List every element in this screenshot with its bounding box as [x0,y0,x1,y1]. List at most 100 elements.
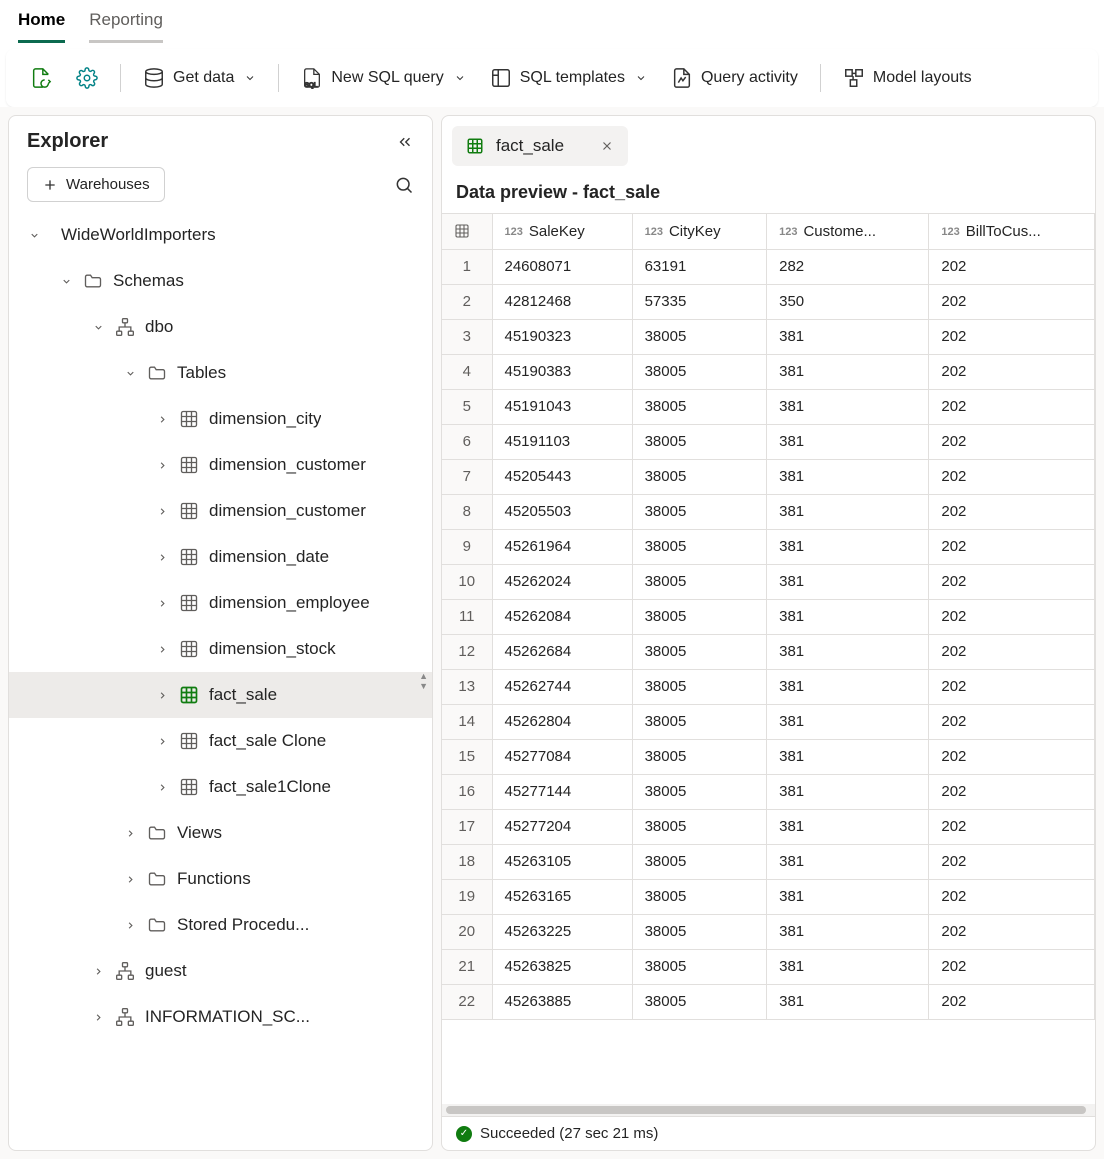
get-data-label: Get data [173,69,234,87]
tree-table-6[interactable]: fact_sale [9,672,432,718]
gear-icon [76,67,98,89]
table-row[interactable]: 204526322538005381202 [442,914,1095,949]
cell: 381 [767,564,929,599]
query-activity-button[interactable]: Query activity [663,61,806,95]
cell: 202 [929,389,1095,424]
caret-icon [155,782,169,793]
tree-root[interactable]: WideWorldImporters [9,212,432,258]
table-row[interactable]: 174527720438005381202 [442,809,1095,844]
folder-icon [147,869,167,889]
refresh-icon [30,67,52,89]
tree-table-3[interactable]: dimension_date [9,534,432,580]
tree-schema-dbo[interactable]: dbo [9,304,432,350]
table-icon [179,455,199,475]
table-row[interactable]: 64519110338005381202 [442,424,1095,459]
cell: 350 [767,284,929,319]
cell: 38005 [632,949,767,984]
svg-text:SQL: SQL [305,82,318,89]
sql-templates-button[interactable]: SQL templates [482,61,655,95]
rownum-header[interactable] [442,214,492,249]
cell: 381 [767,984,929,1019]
tree-table-1[interactable]: dimension_customer [9,442,432,488]
column-header-0[interactable]: 123SaleKey [492,214,632,249]
collapse-icon[interactable] [396,133,414,151]
cell: 282 [767,249,929,284]
tree-item-label: fact_sale [209,673,277,717]
tree-table-7[interactable]: fact_sale Clone [9,718,432,764]
close-icon[interactable] [600,139,614,153]
tree-views[interactable]: Views [9,810,432,856]
table-row[interactable]: 24281246857335350202 [442,284,1095,319]
query-activity-label: Query activity [701,69,798,87]
data-grid[interactable]: 123SaleKey123CityKey123Custome...123Bill… [442,213,1095,1104]
horizontal-scrollbar[interactable] [442,1104,1095,1116]
tree-schema-guest[interactable]: guest [9,948,432,994]
tree-schemas[interactable]: Schemas [9,258,432,304]
tree-item-label: dimension_city [209,397,321,441]
table-row[interactable]: 144526280438005381202 [442,704,1095,739]
cell: 45261964 [492,529,632,564]
tree-table-4[interactable]: dimension_employee [9,580,432,626]
cell: 202 [929,599,1095,634]
get-data-button[interactable]: Get data [135,61,264,95]
new-sql-button[interactable]: SQL New SQL query [293,61,473,95]
warehouses-button[interactable]: Warehouses [27,167,165,202]
table-row[interactable]: 164527714438005381202 [442,774,1095,809]
tree-schema-information[interactable]: INFORMATION_SC... [9,994,432,1040]
tab-home[interactable]: Home [18,10,65,43]
search-icon[interactable] [394,175,414,195]
database-icon [143,67,165,89]
cell: 45277204 [492,809,632,844]
cell: 381 [767,424,929,459]
tree-table-2[interactable]: dimension_customer [9,488,432,534]
table-row[interactable]: 84520550338005381202 [442,494,1095,529]
table-row[interactable]: 184526310538005381202 [442,844,1095,879]
settings-button[interactable] [68,61,106,95]
warehouses-label: Warehouses [66,176,150,193]
tab-reporting[interactable]: Reporting [89,10,163,43]
rownum-cell: 6 [442,424,492,459]
chevron-down-icon [635,72,647,84]
cell: 202 [929,319,1095,354]
rownum-cell: 9 [442,529,492,564]
cell: 63191 [632,249,767,284]
table-row[interactable]: 154527708438005381202 [442,739,1095,774]
table-row[interactable]: 214526382538005381202 [442,949,1095,984]
column-header-1[interactable]: 123CityKey [632,214,767,249]
table-row[interactable]: 224526388538005381202 [442,984,1095,1019]
tree-item-label: Views [177,811,222,855]
table-row[interactable]: 134526274438005381202 [442,669,1095,704]
column-header-2[interactable]: 123Custome... [767,214,929,249]
table-row[interactable]: 94526196438005381202 [442,529,1095,564]
tree-table-0[interactable]: dimension_city [9,396,432,442]
explorer-tree[interactable]: WideWorldImporters Schemas dbo Tables di… [9,212,432,1150]
tree-functions[interactable]: Functions [9,856,432,902]
table-row[interactable]: 114526208438005381202 [442,599,1095,634]
tree-table-8[interactable]: fact_sale1Clone [9,764,432,810]
model-layouts-button[interactable]: Model layouts [835,61,980,95]
tree-tables[interactable]: Tables [9,350,432,396]
chevron-down-icon [454,72,466,84]
column-header-3[interactable]: 123BillToCus... [929,214,1095,249]
cell: 381 [767,844,929,879]
table-row[interactable]: 44519038338005381202 [442,354,1095,389]
cell: 57335 [632,284,767,319]
table-row[interactable]: 54519104338005381202 [442,389,1095,424]
table-icon [179,593,199,613]
table-row[interactable]: 124526268438005381202 [442,634,1095,669]
refresh-button[interactable] [22,61,60,95]
document-tab[interactable]: fact_sale [452,126,628,166]
tree-item-label: INFORMATION_SC... [145,995,310,1039]
tree-storedprocs[interactable]: Stored Procedu... [9,902,432,948]
table-row[interactable]: 104526202438005381202 [442,564,1095,599]
table-row[interactable]: 74520544338005381202 [442,459,1095,494]
cell: 38005 [632,389,767,424]
table-row[interactable]: 194526316538005381202 [442,879,1095,914]
table-row[interactable]: 34519032338005381202 [442,319,1095,354]
table-row[interactable]: 12460807163191282202 [442,249,1095,284]
caret-icon [155,414,169,425]
plus-icon [42,177,58,193]
cell: 381 [767,914,929,949]
tree-table-5[interactable]: dimension_stock [9,626,432,672]
cell: 381 [767,389,929,424]
